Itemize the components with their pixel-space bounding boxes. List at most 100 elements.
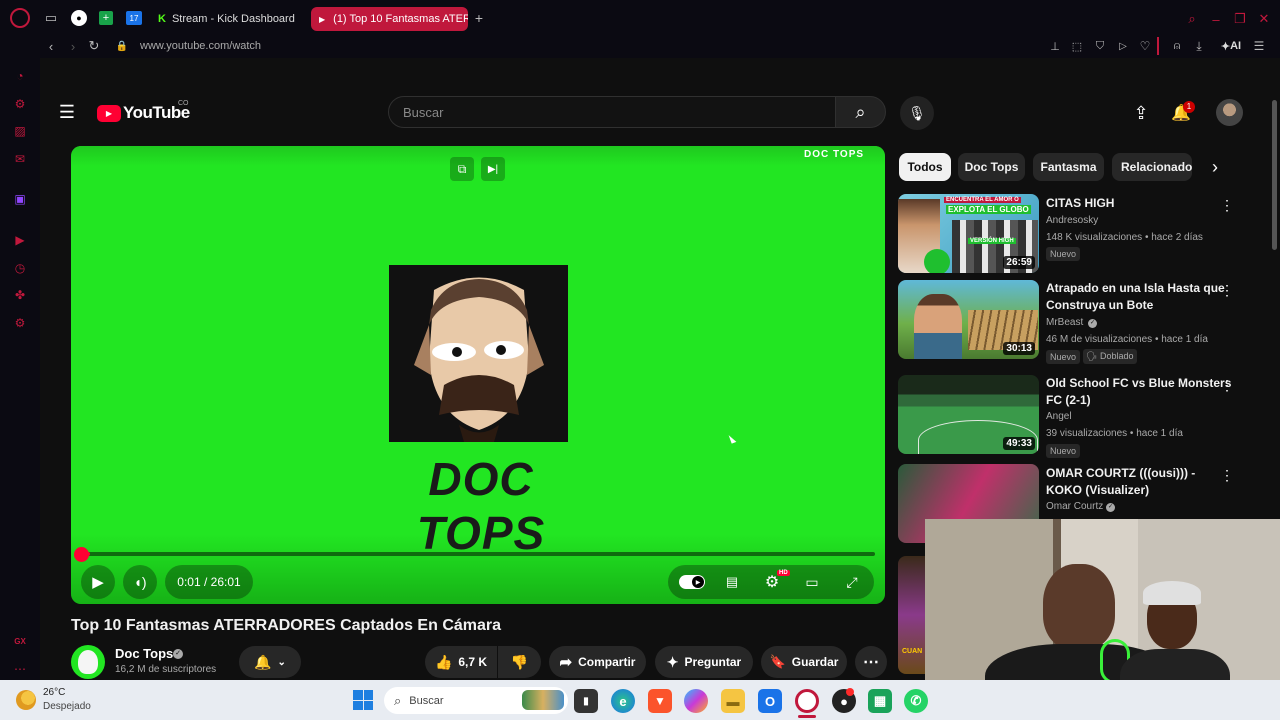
pinned-tab-icon-2[interactable]: + [99,11,113,25]
search-tabs-icon[interactable]: ⌕ [1184,11,1200,27]
profile-icon[interactable]: ⍝ [1170,39,1184,53]
shield-icon[interactable]: ⛉ [1093,39,1107,53]
pinned-tab-icon-1[interactable]: ● [71,10,87,26]
rec-title-line-2[interactable]: KOKO (Visualizer) [1046,482,1149,499]
easy-setup-menu-icon[interactable]: ☰ [1252,39,1266,53]
url-field[interactable]: www.youtube.com/watch [140,40,261,52]
rec-more-icon[interactable]: ⋮ [1219,376,1235,394]
player-icon[interactable]: ▷ [1116,39,1130,53]
subtitles-icon[interactable]: ▤ [721,571,743,593]
heart-icon[interactable]: ♡ [1138,39,1152,53]
channel-watermark[interactable]: DOC TOPS [804,149,864,160]
reload-button[interactable]: ↻ [86,38,102,54]
play-button[interactable]: ▶ [81,565,115,599]
volume-button[interactable]: ◖) [123,565,157,599]
gx-corner-icon[interactable]: ⚙ [11,95,29,113]
spreadsheet-icon[interactable]: ▦ [868,689,892,713]
start-button[interactable] [353,690,373,710]
theater-mode-icon[interactable]: ▭ [801,571,823,593]
weather-icon[interactable] [16,690,36,710]
rec-title-line-2[interactable]: FC (2-1) [1046,392,1091,409]
task-view-icon[interactable]: ▮ [574,689,598,713]
back-button[interactable]: ‹ [43,38,59,54]
dislike-button[interactable]: 👎 [498,646,541,678]
voice-search-button[interactable]: 🎙 [900,96,934,130]
rec-thumbnail-partial[interactable]: CUAN [898,556,928,674]
progress-scrubber[interactable] [74,547,89,562]
subscribed-button[interactable]: 🔔 ⌄ [239,646,301,678]
weather-condition[interactable]: Despejado [43,701,91,712]
like-button[interactable]: 👍 6,7 K [425,646,497,678]
rec-thumbnail[interactable]: 49:33 [898,375,1039,454]
tab-kick-dashboard[interactable]: K Stream - Kick Dashboard [150,7,305,31]
skip-next-icon[interactable]: ▶| [481,157,505,181]
rec-title-line-1[interactable]: Old School FC vs Blue Monsters [1046,375,1231,392]
progress-bar[interactable] [82,552,875,556]
rec-title-line-1[interactable]: Atrapado en una Isla Hasta que [1046,280,1225,297]
rec-channel[interactable]: Andresosky [1046,212,1098,229]
pin-icon[interactable]: ⊥ [1048,39,1062,53]
gx-icon[interactable]: GX [11,632,29,650]
settings-icon[interactable]: ⚙ [11,314,29,332]
brave-icon[interactable]: ▼ [648,689,672,713]
snapshot-icon[interactable]: ⬚ [1070,39,1084,53]
search-input[interactable]: Buscar [388,96,836,128]
chip-ghost[interactable]: Fantasma [1033,153,1104,181]
rec-channel[interactable]: MrBeast [1046,314,1083,331]
share-button[interactable]: ➦ Compartir [549,646,646,678]
more-sidebar-icon[interactable]: ⋯ [11,660,29,678]
rec-thumbnail[interactable]: 30:13 [898,280,1039,359]
channel-name[interactable]: Doc Tops [115,646,173,661]
rec-thumbnail[interactable]: ENCUENTRA EL AMOR O EXPLOTA EL GLOBO VER… [898,194,1039,273]
chip-doc-tops[interactable]: Doc Tops [958,153,1025,181]
youtube-logo[interactable]: ▶ YouTube [97,103,190,123]
menu-icon[interactable]: ☰ [57,102,77,122]
rec-title-line-1[interactable]: OMAR COURTZ (((ousi))) - [1046,465,1195,482]
tab-youtube-active[interactable]: ▶ (1) Top 10 Fantasmas ATER [311,7,468,31]
history-icon[interactable]: ◷ [11,259,29,277]
more-actions-button[interactable]: ⋯ [855,646,887,678]
video-player[interactable]: DOC TOPS ⧉ ▶| DOC TOPS ▶ ◖) 0:01 / 26:01… [71,146,885,604]
ask-button[interactable]: ✦ Preguntar [655,646,753,678]
new-tab-button[interactable]: + [472,10,486,26]
forward-button[interactable]: › [65,38,81,54]
opera-gx-taskbar-icon[interactable] [795,689,819,713]
chip-related[interactable]: Relacionado [1112,153,1192,181]
opera-logo-icon[interactable] [10,8,30,28]
rec-more-icon[interactable]: ⋮ [1219,281,1235,299]
chips-next-chevron-icon[interactable]: › [1204,155,1226,179]
whatsapp-icon[interactable]: ✆ [904,689,928,713]
aria-ai-button[interactable]: ✦ AI [1216,39,1246,53]
rec-channel[interactable]: Angel [1046,408,1072,425]
rec-title-line-2[interactable]: Construya un Bote [1046,297,1153,314]
fullscreen-icon[interactable]: ⤢ [841,571,863,593]
speed-dial-icon[interactable]: ◔ [11,67,29,85]
search-button[interactable]: ⌕ [835,96,886,128]
save-button[interactable]: 🔖 Guardar [761,646,847,678]
upload-icon[interactable]: ⇪ [1130,102,1152,124]
player-sidebar-icon[interactable]: ▶ [11,231,29,249]
rec-title[interactable]: CITAS HIGH [1046,195,1114,212]
rec-channel[interactable]: Omar Courtz [1046,498,1103,515]
tab-manager-icon[interactable]: ▭ [43,10,59,26]
close-window-button[interactable]: ✕ [1256,11,1272,27]
autoplay-toggle[interactable]: ▶ [679,575,705,589]
pinned-tab-icon-3[interactable]: 17 [126,11,142,25]
edge-icon[interactable]: e [611,689,635,713]
file-explorer-icon[interactable]: ▬ [721,689,745,713]
chip-all[interactable]: Todos [899,153,951,181]
download-icon[interactable]: ⤓ [1192,39,1206,53]
twitch-icon[interactable]: ▣ [11,190,29,208]
gx-cleaner-icon[interactable]: ▨ [11,122,29,140]
miniplayer-icon[interactable]: ⧉ [450,157,474,181]
weather-temp[interactable]: 26°C [43,687,65,698]
messenger-icon[interactable]: ✉ [11,150,29,168]
rec-more-icon[interactable]: ⋮ [1219,466,1235,484]
channel-avatar[interactable] [71,645,105,679]
avatar[interactable] [1216,99,1243,126]
maximize-button[interactable]: ❐ [1232,11,1248,27]
outlook-icon[interactable]: O [758,689,782,713]
copilot-icon[interactable] [684,689,708,713]
page-scrollbar-thumb[interactable] [1272,100,1277,250]
minimize-button[interactable]: – [1208,11,1224,27]
